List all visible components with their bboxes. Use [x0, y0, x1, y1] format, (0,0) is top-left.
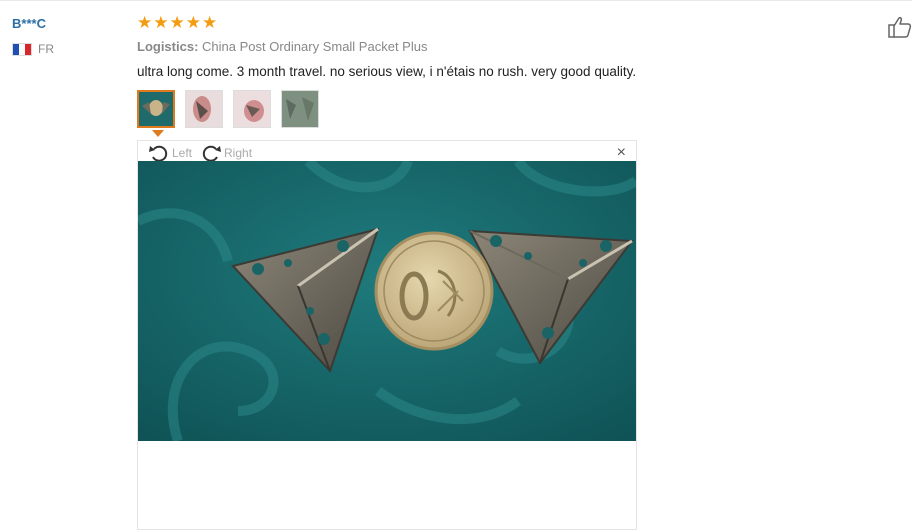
thumbnail-pointer: [152, 130, 164, 137]
rotate-right-label: Right: [224, 146, 253, 160]
top-divider: [0, 0, 912, 1]
rotate-left-icon: [149, 145, 168, 162]
review-thumbnails: [137, 90, 319, 128]
image-viewer: Left Right ×: [137, 140, 637, 530]
rotate-controls: Left Right: [148, 143, 252, 163]
review-thumbnail[interactable]: [281, 90, 319, 128]
thumbs-up-icon: [888, 17, 912, 38]
france-flag-icon: [12, 42, 32, 56]
close-icon[interactable]: ×: [617, 144, 626, 162]
star-icon: ★: [153, 13, 169, 32]
star-icon: ★: [185, 13, 201, 32]
review-thumbnail[interactable]: [233, 90, 271, 128]
logistics-label: Logistics:: [137, 39, 199, 54]
rotate-right-icon: [202, 145, 222, 162]
rotate-left-button[interactable]: Left: [148, 143, 192, 163]
country-code: FR: [38, 42, 54, 56]
rotate-left-label: Left: [172, 146, 193, 160]
logistics-info: Logistics: China Post Ordinary Small Pac…: [137, 39, 427, 54]
review-text: ultra long come. 3 month travel. no seri…: [137, 64, 637, 79]
rotate-right-button[interactable]: Right: [200, 143, 252, 163]
reviewer-name[interactable]: B***C: [12, 16, 46, 31]
review-thumbnail[interactable]: [185, 90, 223, 128]
thumbs-up-button[interactable]: [888, 16, 912, 38]
review-photo: [138, 161, 636, 441]
star-icon: ★: [137, 13, 153, 32]
review-thumbnail[interactable]: [137, 90, 175, 128]
star-rating: ★ ★ ★ ★ ★: [137, 14, 217, 32]
logistics-value: China Post Ordinary Small Packet Plus: [202, 39, 428, 54]
star-icon: ★: [202, 13, 218, 32]
star-icon: ★: [169, 13, 185, 32]
reviewer-country: FR: [12, 42, 54, 56]
